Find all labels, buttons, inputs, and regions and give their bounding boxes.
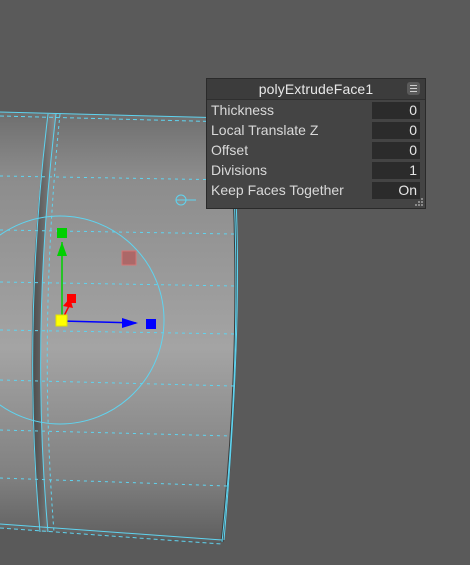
- in-view-editor-panel[interactable]: polyExtrudeFace1 Thickness 0 Local Trans…: [206, 78, 426, 209]
- offset-field[interactable]: 0: [372, 142, 420, 159]
- thickness-field[interactable]: 0: [372, 102, 420, 119]
- hamburger-menu-icon[interactable]: [407, 82, 420, 95]
- keep-faces-together-toggle[interactable]: On: [372, 182, 420, 199]
- attribute-row-keep-faces-together[interactable]: Keep Faces Together On: [207, 180, 425, 200]
- center-handle-icon[interactable]: [55, 314, 68, 327]
- scale-handle-icon[interactable]: [121, 250, 137, 266]
- attribute-label: Keep Faces Together: [211, 182, 344, 198]
- divisions-field[interactable]: 1: [372, 162, 420, 179]
- attribute-list: Thickness 0 Local Translate Z 0 Offset 0…: [207, 100, 425, 200]
- attribute-row-divisions[interactable]: Divisions 1: [207, 160, 425, 180]
- attribute-row-local-translate-z[interactable]: Local Translate Z 0: [207, 120, 425, 140]
- attribute-label: Offset: [211, 142, 249, 158]
- attribute-row-thickness[interactable]: Thickness 0: [207, 100, 425, 120]
- attribute-label: Divisions: [211, 162, 268, 178]
- panel-title: polyExtrudeFace1: [258, 81, 374, 97]
- attribute-row-offset[interactable]: Offset 0: [207, 140, 425, 160]
- resize-grip-icon[interactable]: [414, 197, 423, 206]
- attribute-label: Thickness: [211, 102, 275, 118]
- local-translate-z-field[interactable]: 0: [372, 122, 420, 139]
- panel-header: polyExtrudeFace1: [207, 79, 425, 100]
- attribute-label: Local Translate Z: [211, 122, 319, 138]
